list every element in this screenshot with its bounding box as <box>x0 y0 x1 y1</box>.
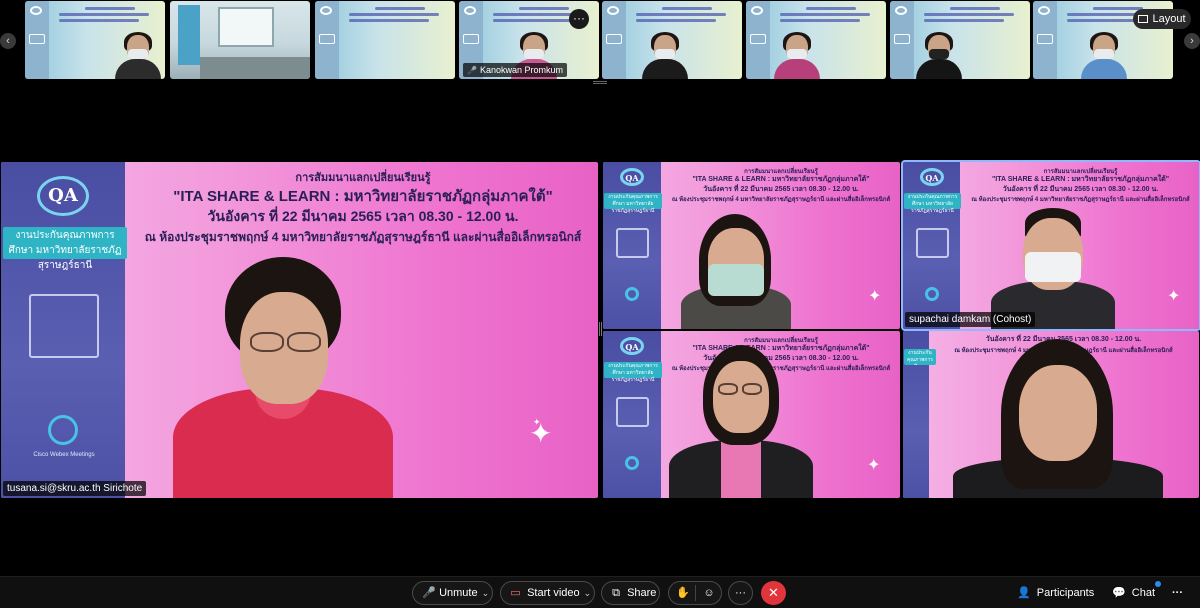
mic-muted-icon: 🎤 <box>422 587 436 599</box>
unmute-button[interactable]: 🎤 Unmute ⌄ <box>412 581 493 605</box>
cisco-webex-icon <box>625 287 639 301</box>
seminar-venue: ณ ห้องประชุมราชพฤกษ์ 4 มหาวิทยาลัยราชภัฏ… <box>144 230 582 244</box>
participant-video-feed <box>669 345 813 498</box>
study-desk-icon <box>616 397 649 427</box>
study-desk-icon <box>916 228 949 258</box>
overflow-menu-button[interactable]: ··· <box>1172 581 1183 605</box>
seminar-title-main: "ITA SHARE & LEARN : มหาวิทยาลัยราชภัฏกล… <box>173 188 553 205</box>
seminar-venue: ณ ห้องประชุมราชพฤกษ์ 4 มหาวิทยาลัยราชภัฏ… <box>971 197 1190 203</box>
participant-video[interactable]: QA งานประกันคุณภาพการศึกษา มหาวิทยาลัยรา… <box>603 331 900 498</box>
end-meeting-button[interactable]: ✕ <box>761 581 786 605</box>
seminar-venue: ณ ห้องประชุมราชพฤกษ์ 4 มหาวิทยาลัยราชภัฏ… <box>671 197 891 203</box>
participant-filmstrip: ‹ 🎤 Kanokwan Promkum ··· Layout › <box>0 0 1200 84</box>
mic-muted-icon: 🎤 <box>467 66 477 75</box>
cisco-webex-icon <box>48 415 78 445</box>
participant-video[interactable]: QA งานประกันคุณภาพการศึกษา มหาวิทยาลัยรา… <box>901 160 1200 331</box>
cisco-webex-label: Cisco Webex Meetings <box>33 452 95 458</box>
participant-name-label: supachai damkam (Cohost) <box>905 312 1036 327</box>
cisco-webex-icon <box>625 456 639 470</box>
department-label: งานประกันคุณภาพการศึกษา มหาวิทยาลัยราชภั… <box>604 193 662 214</box>
qa-logo: QA <box>620 168 644 186</box>
start-video-button[interactable]: ▭ Start video ⌄ <box>500 581 595 605</box>
participant-video-feed <box>991 208 1115 329</box>
active-speaker-video[interactable]: QA งานประกันคุณภาพการศึกษา มหาวิทยาลัยรา… <box>1 162 598 498</box>
layout-button[interactable]: Layout <box>1133 9 1191 29</box>
sparkle-icon: ✦ <box>533 418 541 428</box>
emoji-reaction-icon[interactable]: ☺ <box>702 582 716 604</box>
qa-logo: QA <box>620 337 644 355</box>
participants-icon: 👤 <box>1017 587 1031 599</box>
qa-logo: QA <box>920 168 944 186</box>
qa-logo: QA <box>37 176 89 216</box>
participant-video[interactable]: QA งานประกันคุณภาพการศึกษา มหาวิทยาลัยรา… <box>603 162 900 329</box>
cisco-webex-icon <box>925 287 939 301</box>
participant-thumbnail[interactable] <box>746 1 886 79</box>
share-button[interactable]: ⧉ Share <box>601 581 660 605</box>
participant-thumbnail[interactable] <box>315 1 455 79</box>
participant-thumbnail[interactable] <box>170 1 310 79</box>
filmstrip-resize-handle[interactable] <box>593 81 607 84</box>
chevron-down-icon[interactable]: ⌄ <box>482 582 490 604</box>
chevron-down-icon[interactable]: ⌄ <box>584 582 592 604</box>
sparkle-icon: ✦ <box>1167 286 1181 305</box>
filmstrip-next-button[interactable]: › <box>1184 33 1200 49</box>
stage-resize-handle[interactable] <box>599 322 602 336</box>
participant-thumbnail[interactable] <box>25 1 165 79</box>
thumbnail-more-button[interactable]: ··· <box>569 9 589 29</box>
department-label: งานประกันคุณภาพการศึกษา มหาวิทยาลัยราชภั… <box>3 227 127 271</box>
participant-video-feed <box>681 214 791 329</box>
study-desk-icon <box>616 228 649 258</box>
seminar-date: วันอังคาร ที่ 22 มีนาคม 2565 เวลา 08.30 … <box>207 208 519 224</box>
participant-thumbnail[interactable] <box>602 1 742 79</box>
chat-notification-dot <box>1155 581 1161 587</box>
sparkle-icon: ✦ <box>868 286 882 305</box>
reactions-group: ✋ ☺ <box>668 581 722 605</box>
participant-thumbnail[interactable] <box>890 1 1030 79</box>
raise-hand-icon[interactable]: ✋ <box>676 582 690 604</box>
department-label: งานประกันคุณภาพการศึกษา มหาวิทยาลัยราชภั… <box>604 362 662 383</box>
chat-bubble-icon: 💬 <box>1112 587 1126 599</box>
participant-name-label: tusana.si@skru.ac.th Sirichote <box>3 481 147 496</box>
department-label: งานประกันคุณภาพการศึกษา มหาวิทยาลัยราชภั… <box>904 193 961 214</box>
webex-meeting-window: ‹ 🎤 Kanokwan Promkum ··· Layout › QA งาน… <box>0 0 1200 608</box>
more-options-button[interactable]: ··· <box>728 581 753 605</box>
participant-video[interactable]: งานประกันคุณภาพการศึกษา มหาวิทยาลัยราชภั… <box>903 331 1199 498</box>
chat-button[interactable]: 💬 Chat <box>1112 581 1155 605</box>
participant-name-label: 🎤 Kanokwan Promkum <box>463 63 568 77</box>
video-off-icon: ▭ <box>510 587 521 599</box>
study-desk-icon <box>29 294 99 358</box>
share-screen-icon: ⧉ <box>612 587 620 599</box>
participants-button[interactable]: 👤 Participants <box>1017 581 1094 605</box>
participant-video-feed <box>953 339 1163 498</box>
sparkle-icon: ✦ <box>867 455 881 474</box>
meeting-controls-bar: 🎤 Unmute ⌄ ▭ Start video ⌄ ⧉ Share ✋ ☺ ···… <box>0 576 1200 608</box>
speaker-video-feed <box>173 257 393 498</box>
layout-icon <box>1138 15 1149 23</box>
filmstrip-prev-button[interactable]: ‹ <box>0 33 16 49</box>
